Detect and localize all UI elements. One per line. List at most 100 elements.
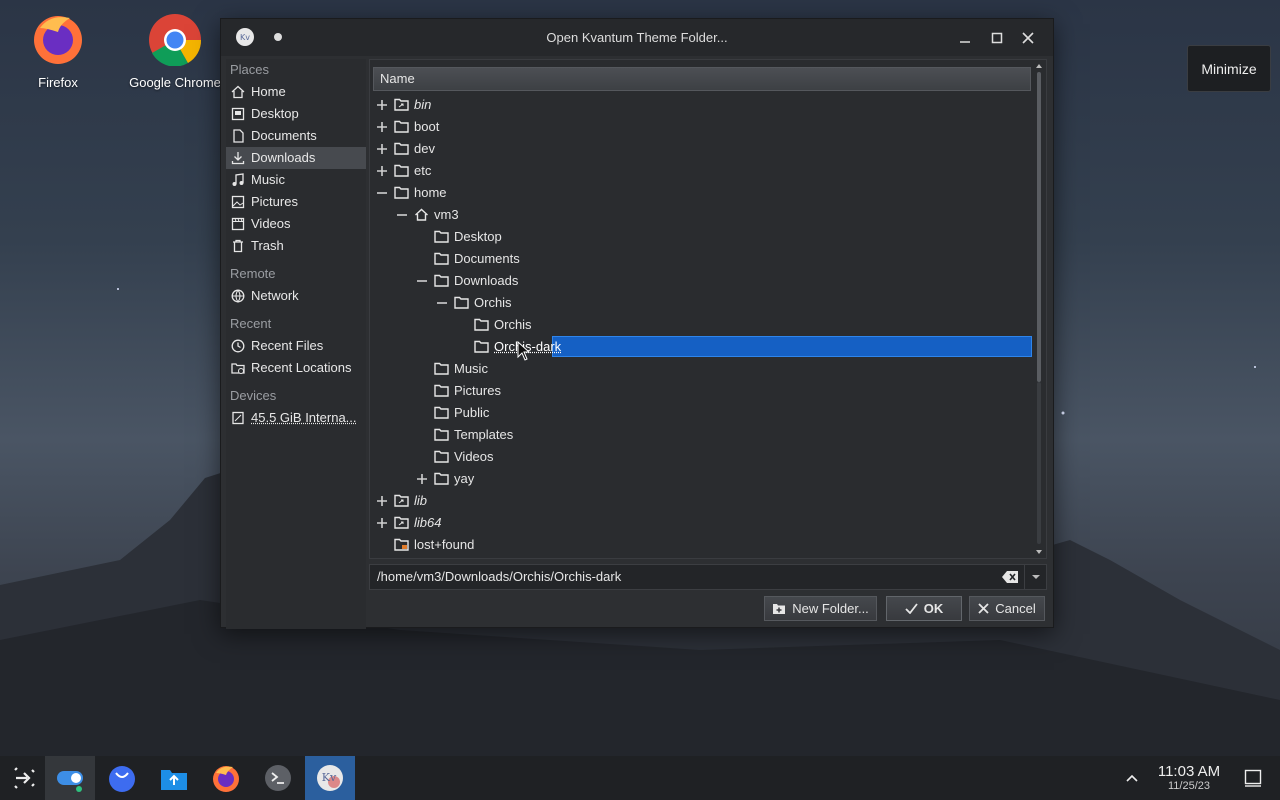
music-icon [232,173,244,186]
vertical-scrollbar[interactable] [1034,62,1044,556]
taskbar-system-settings[interactable] [45,756,95,800]
sidebar-item-label: 45.5 GiB Interna... [251,410,357,425]
taskbar: Kv 11:03 AM 11/25/23 [0,756,1280,800]
title-bar[interactable]: Kv Open Kvantum Theme Folder... [221,19,1053,56]
collapse-icon[interactable] [416,275,428,287]
taskbar-terminal[interactable] [253,756,303,800]
ok-button[interactable]: OK [886,596,962,621]
tree-row-label: boot [414,119,440,134]
sidebar-item-label: Recent Files [251,338,324,353]
tree-row[interactable]: boot [370,116,1032,138]
show-desktop-button[interactable] [1244,769,1262,790]
path-input-value: /home/vm3/Downloads/Orchis/Orchis-dark [377,569,622,584]
minimize-button[interactable] [955,28,975,48]
collapse-icon[interactable] [376,187,388,199]
tree-row[interactable]: bin [370,94,1032,116]
tree-row-label: Pictures [454,383,501,398]
sidebar-item-videos[interactable]: Videos [226,213,366,235]
tree-row-label: Music [454,361,488,376]
sidebar-item-trash[interactable]: Trash [226,235,366,257]
sidebar-item-music[interactable]: Music [226,169,366,191]
desktop-icon-chrome[interactable]: Google Chrome [123,10,227,90]
pin-icon[interactable] [274,33,282,41]
sidebar-item-downloads[interactable]: Downloads [226,147,366,169]
tree-row-label: yay [454,471,475,486]
tree-row[interactable]: Templates [370,424,1032,446]
name-column-header[interactable]: Name [373,67,1031,91]
tree-row[interactable]: lost+found [370,534,1032,556]
close-button[interactable] [1018,28,1038,48]
sidebar-item-recent-locations[interactable]: Recent Locations [226,357,366,379]
desktop-icon-firefox[interactable]: Firefox [8,10,108,90]
taskbar-firefox[interactable] [201,756,251,800]
expand-icon[interactable] [376,495,388,507]
new-folder-label: New Folder... [792,601,869,616]
sidebar-item-pictures[interactable]: Pictures [226,191,366,213]
ok-label: OK [923,601,944,616]
desktop-icon-label: Firefox [38,75,78,90]
network-icon [231,289,245,303]
expand-icon[interactable] [376,143,388,155]
tree-row[interactable]: Videos [370,446,1032,468]
tree-row-label: lib64 [414,515,442,530]
tree-row[interactable]: etc [370,160,1032,182]
tree-row[interactable]: lib [370,490,1032,512]
tree-row[interactable]: Music [370,358,1032,380]
expand-icon[interactable] [376,165,388,177]
tree-row[interactable]: lib64 [370,512,1032,534]
folder-icon [394,164,409,177]
sidebar-item-desktop[interactable]: Desktop [226,103,366,125]
folder-tree-view[interactable]: Name bin boot dev etc home vm3 Desktop Document… [369,59,1047,559]
tree-row[interactable]: Downloads [370,270,1032,292]
system-tray-expander[interactable] [1124,770,1140,789]
tree-row[interactable]: Desktop [370,226,1032,248]
expand-icon[interactable] [416,473,428,485]
tree-row[interactable]: Orchis [370,314,1032,336]
clock-date: 11/25/23 [1167,780,1210,792]
sidebar-item-home[interactable]: Home [226,81,366,103]
new-folder-button[interactable]: New Folder... [764,596,877,621]
sidebar-item-documents[interactable]: Documents [226,125,366,147]
application-launcher[interactable] [0,756,50,800]
sidebar-item-internal-drive[interactable]: 45.5 GiB Interna... [226,407,366,429]
cancel-button[interactable]: Cancel [969,596,1045,621]
folder-icon [434,274,449,287]
clear-text-icon[interactable] [1002,571,1018,583]
sidebar-item-label: Desktop [251,106,299,121]
tree-row[interactable]: Public [370,402,1032,424]
picture-icon [231,195,245,209]
show-desktop-icon [1244,769,1262,787]
tree-row[interactable]: Documents [370,248,1032,270]
taskbar-kvantum[interactable]: Kv [305,756,355,800]
svg-text:Kv: Kv [240,33,250,42]
tree-row[interactable]: home [370,182,1032,204]
sidebar-item-recent-files[interactable]: Recent Files [226,335,366,357]
tree-row-label: Videos [454,449,494,464]
clock-icon [231,339,245,353]
taskbar-discover[interactable] [97,756,147,800]
svg-text:Kv: Kv [322,771,337,784]
tree-row[interactable]: yay [370,468,1032,490]
tree-row-label: bin [414,97,432,112]
tree-row[interactable]: Orchis [370,292,1032,314]
tree-row[interactable]: Pictures [370,380,1032,402]
path-history-dropdown[interactable] [1024,565,1046,589]
taskbar-file-manager[interactable] [149,756,199,800]
places-sidebar: Places Home Desktop Documents Downloads … [226,59,366,629]
folder-link-icon [394,98,409,111]
tree-row-label: home [414,185,447,200]
expand-icon[interactable] [376,121,388,133]
tree-row[interactable]: vm3 [370,204,1032,226]
expand-icon[interactable] [376,517,388,529]
expand-icon[interactable] [376,99,388,111]
collapse-icon[interactable] [436,297,448,309]
tree-row[interactable]: dev [370,138,1032,160]
tree-row[interactable]: Orchis-dark [370,336,1032,358]
download-icon [231,152,245,165]
sidebar-item-label: Home [251,84,286,99]
clock[interactable]: 11:03 AM 11/25/23 [1150,764,1228,793]
collapse-icon[interactable] [396,209,408,221]
path-input[interactable]: /home/vm3/Downloads/Orchis/Orchis-dark [369,564,1047,590]
sidebar-item-network[interactable]: Network [226,285,366,307]
maximize-button[interactable] [987,28,1007,48]
